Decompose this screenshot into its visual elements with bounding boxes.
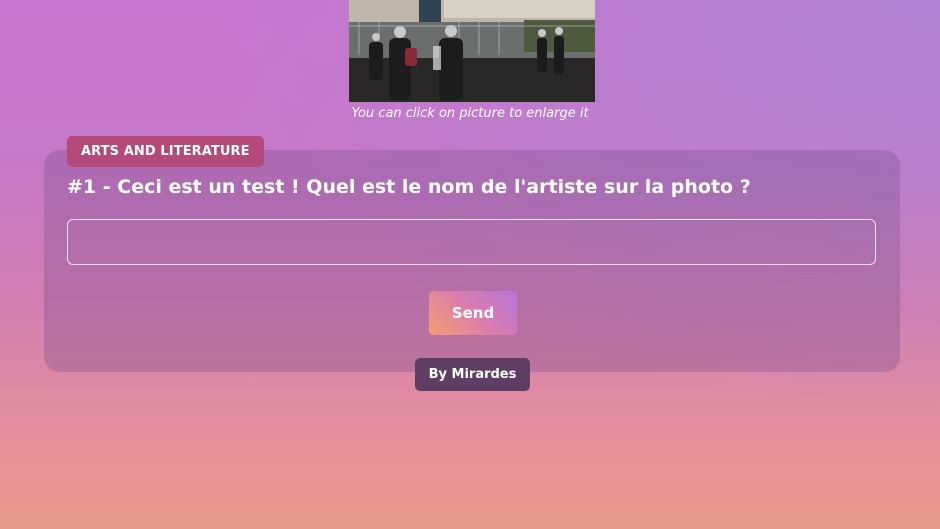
answer-input[interactable] [67, 219, 876, 265]
question-photo[interactable] [349, 0, 595, 102]
author-badge: By Mirardes [415, 358, 530, 391]
question-text: #1 - Ceci est un test ! Quel est le nom … [67, 176, 751, 198]
enlarge-hint: You can click on picture to enlarge it [351, 106, 589, 121]
send-button[interactable]: Send [429, 291, 517, 335]
category-badge: ARTS AND LITERATURE [67, 136, 264, 167]
